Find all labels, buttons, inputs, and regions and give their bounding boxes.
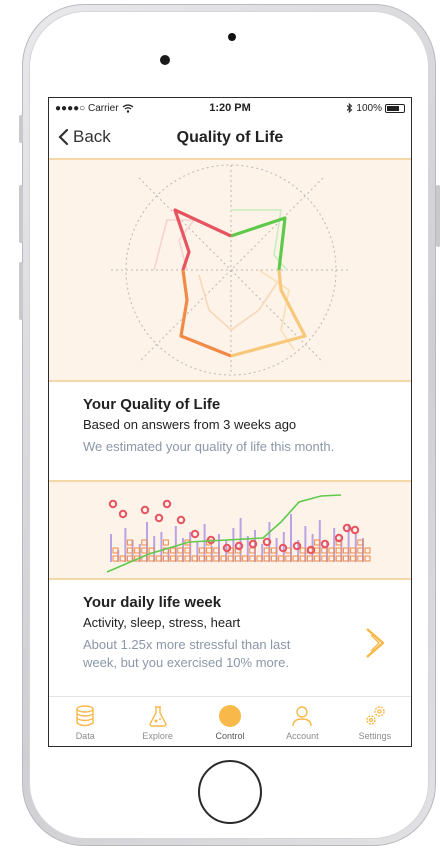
stress-dot	[176, 515, 186, 525]
stress-dot	[262, 537, 272, 547]
volume-down-button	[19, 262, 23, 320]
database-icon	[76, 705, 94, 727]
flask-icon	[148, 706, 167, 727]
quality-card-subtitle: Based on answers from 3 weeks ago	[83, 417, 297, 432]
status-right: 100%	[295, 103, 405, 114]
proximity-sensor	[228, 33, 236, 41]
battery-percent: 100%	[356, 102, 382, 114]
daily-week-chart[interactable]	[49, 480, 411, 580]
tab-settings[interactable]: Settings	[339, 697, 411, 746]
week-chart-graphic	[106, 494, 371, 573]
mute-switch	[19, 115, 23, 143]
stress-dot	[292, 541, 302, 551]
tab-label: Control	[215, 731, 245, 741]
gears-icon	[366, 706, 385, 725]
tab-control[interactable]: Control	[194, 697, 266, 746]
front-camera	[160, 55, 170, 65]
power-button	[436, 185, 440, 247]
stress-dot	[118, 509, 128, 519]
tab-explore[interactable]: Explore	[121, 697, 193, 746]
back-label: Back	[73, 127, 111, 146]
faint-orange-shape	[198, 274, 280, 332]
battery-icon	[384, 103, 405, 113]
stress-dot	[140, 505, 150, 515]
tab-data[interactable]: Data	[49, 697, 121, 746]
user-icon	[292, 706, 313, 727]
stress-dot	[162, 499, 172, 509]
quality-radar-chart[interactable]	[49, 160, 411, 382]
quality-of-life-card[interactable]: Your Quality of Life Based on answers fr…	[49, 382, 411, 480]
status-left: ●●●●○ Carrier	[55, 103, 165, 114]
quality-card-description: We estimated your quality of life this m…	[83, 439, 335, 454]
tab-bar: Data Explore Control Account Settings	[49, 696, 411, 746]
stress-dot	[154, 513, 164, 523]
status-time: 1:20 PM	[209, 102, 251, 114]
quality-card-title: Your Quality of Life	[83, 396, 221, 413]
chevron-right-icon[interactable]	[361, 626, 389, 660]
week-card-subtitle: Activity, sleep, stress, heart	[83, 615, 241, 630]
tab-label: Data	[75, 731, 95, 741]
radar-main-shapes	[173, 208, 307, 358]
tab-label: Settings	[358, 731, 392, 741]
wifi-icon	[122, 103, 133, 113]
radar-chart-graphic	[111, 164, 351, 376]
week-card-title: Your daily life week	[83, 594, 222, 611]
circle-icon	[219, 705, 242, 727]
radar-grid	[111, 164, 351, 376]
stress-dot	[306, 545, 316, 555]
yellow-segment	[230, 269, 307, 358]
status-bar: ●●●●○ Carrier 1:20 PM 100%	[49, 98, 411, 118]
tab-account[interactable]: Account	[266, 697, 338, 746]
screen: ●●●●○ Carrier 1:20 PM 100% Back Quality …	[48, 97, 412, 747]
nav-bar: Back Quality of Life	[49, 118, 411, 160]
stress-dot	[108, 499, 118, 509]
tab-label: Account	[286, 731, 319, 741]
stress-dot	[190, 529, 200, 539]
carrier-label: ●●●●○ Carrier	[55, 102, 119, 114]
stress-dot	[248, 539, 258, 549]
tab-label: Explore	[142, 731, 173, 741]
home-button[interactable]	[198, 760, 262, 824]
page-title: Quality of Life	[176, 129, 284, 146]
week-card-description: About 1.25x more stressful than last wee…	[83, 637, 291, 670]
stress-dot	[342, 523, 352, 533]
back-button[interactable]: Back	[57, 127, 111, 147]
faint-yellow-shape	[258, 269, 295, 351]
sleep-square	[364, 555, 371, 562]
stress-dot	[320, 539, 330, 549]
sleep-square	[162, 539, 169, 546]
bluetooth-icon	[347, 103, 353, 113]
stress-dot	[334, 533, 344, 543]
stress-dot	[350, 525, 360, 535]
chevron-left-icon	[58, 128, 69, 146]
stress-dot	[234, 541, 244, 551]
green-segment	[230, 216, 287, 271]
daily-life-week-card[interactable]: Your daily life week Activity, sleep, st…	[49, 580, 411, 694]
volume-up-button	[19, 185, 23, 243]
red-segment	[173, 208, 232, 271]
sleep-square	[364, 547, 371, 554]
